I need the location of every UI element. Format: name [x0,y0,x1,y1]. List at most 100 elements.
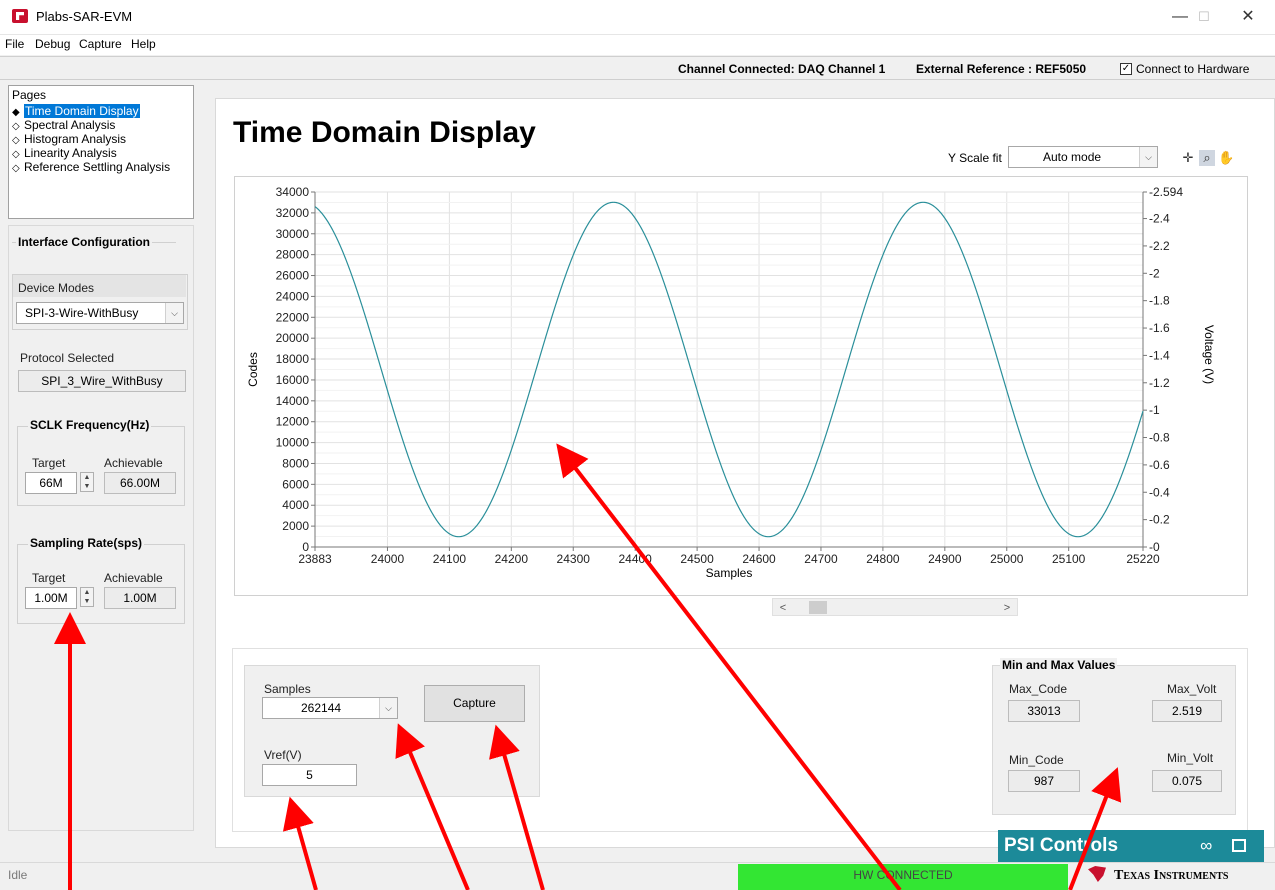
y2-tick-label: -2 [1149,266,1160,280]
protocol-label: Protocol Selected [20,351,115,365]
chevron-down-icon[interactable]: ⌵ [1139,147,1157,167]
y-tick-label: 30000 [276,227,310,241]
y-tick-label: 10000 [276,436,310,450]
max-volt-label: Max_Volt [1167,682,1217,696]
scroll-left-icon[interactable]: < [775,600,791,616]
diamond-icon: ◇ [12,163,20,174]
y2-tick-label: -1 [1149,403,1160,417]
connect-hardware-checkbox[interactable]: ✓ [1120,63,1132,75]
y-tick-label: 22000 [276,310,310,324]
window-title: Plabs-SAR-EVM [36,9,133,24]
min-max-title: Min and Max Values [1000,658,1118,672]
crosshair-icon[interactable]: ✛ [1180,150,1196,166]
x-tick-label: 25100 [1052,552,1086,566]
y-tick-label: 28000 [276,248,310,262]
psi-controls[interactable]: PSI Controls ∞ [998,830,1264,862]
sclk-achievable-label: Achievable [104,456,163,470]
min-code-value: 987 [1008,770,1080,792]
yscale-dropdown[interactable]: Auto mode ⌵ [1008,146,1158,168]
x-tick-label: 25000 [990,552,1024,566]
protocol-value: SPI_3_Wire_WithBusy [18,370,186,392]
y2-tick-label: -2.4 [1149,212,1170,226]
vref-input[interactable]: 5 [262,764,357,786]
hw-status-badge: HW CONNECTED [738,864,1068,890]
y2-tick-label: -0.8 [1149,431,1170,445]
maximize-button[interactable]: ☐ [1184,6,1224,28]
y2-axis-label: Voltage (V) [1202,325,1216,384]
reference-status: External Reference : REF5050 [916,62,1087,76]
y-tick-label: 26000 [276,269,310,283]
close-button[interactable]: ✕ [1228,6,1268,28]
menu-help[interactable]: Help [131,37,156,51]
pages-list: Pages ◆ Time Domain Display ◇ Spectral Ana… [8,85,194,219]
x-tick-label: 25220 [1126,552,1160,566]
sclk-target-label: Target [32,456,66,470]
page-item-label: Spectral Analysis [24,118,116,132]
sclk-target-input[interactable]: 66M [25,472,77,494]
time-domain-chart[interactable]: 0 2000 4000 6000 8000 10000 12000 14000 16000 180… [234,176,1248,596]
y-tick-label: 24000 [276,289,310,303]
page-item-label: Reference Settling Analysis [24,160,171,174]
y-tick-label: 8000 [282,456,309,470]
sampling-spinner[interactable]: ▲ ▼ [80,587,94,607]
connection-strip: Channel Connected: DAQ Channel 1 Externa… [0,56,1275,80]
y2-tick-label: -1.6 [1149,321,1170,335]
vref-label: Vref(V) [264,748,302,762]
y-axis-label: Codes [246,352,260,387]
pages-title: Pages [12,88,47,102]
menu-debug[interactable]: Debug [35,37,70,51]
max-volt-value: 2.519 [1152,700,1222,722]
y2-tick-label: -0.6 [1149,458,1170,472]
sampling-target-input[interactable]: 1.00M [25,587,77,609]
page-item-label: Linearity Analysis [24,146,117,160]
samples-dropdown[interactable]: 262144 ⌵ [262,697,398,719]
scroll-thumb[interactable] [809,601,827,614]
y2-tick-label: -2.2 [1149,239,1170,253]
chart-svg: 0200040006000800010000120001400016000180… [246,185,1216,580]
chevron-down-icon[interactable]: ⌵ [165,303,183,323]
y2-tick-label: -1.4 [1149,348,1170,362]
zoom-icon[interactable]: ⌕ [1199,150,1215,166]
capture-button[interactable]: Capture [424,685,525,722]
page-item-label: Time Domain Display [24,104,140,118]
maximize-icon[interactable] [1232,839,1246,852]
y-tick-label: 16000 [276,373,310,387]
menu-capture[interactable]: Capture [79,37,122,51]
interface-config-title: Interface Configuration [16,235,153,249]
x-tick-label: 24300 [557,552,591,566]
scroll-right-icon[interactable]: > [999,600,1015,616]
y2-tick-label: -0.4 [1149,485,1170,499]
menu-file[interactable]: File [5,37,24,51]
device-modes-dropdown[interactable]: SPI-3-Wire-WithBusy ⌵ [16,302,184,324]
min-volt-value: 0.075 [1152,770,1222,792]
page-title: Time Domain Display [233,116,536,149]
page-item-reference-settling[interactable]: ◇ Reference Settling Analysis [12,160,170,176]
y-tick-label: 4000 [282,498,309,512]
status-bar [0,862,1275,890]
samples-value: 262144 [301,701,342,715]
sampling-achievable-value: 1.00M [104,587,176,609]
x-tick-label: 24100 [433,552,467,566]
min-volt-label: Min_Volt [1167,751,1214,765]
link-icon[interactable]: ∞ [1200,836,1212,856]
y-tick-label: 34000 [276,185,310,199]
title-bar: Plabs-SAR-EVM — ☐ ✕ [0,0,1275,35]
sclk-achievable-value: 66.00M [104,472,176,494]
max-code-value: 33013 [1008,700,1080,722]
sampling-achievable-label: Achievable [104,571,163,585]
min-code-label: Min_Code [1009,753,1064,767]
y-tick-label: 2000 [282,519,309,533]
app-icon [12,9,28,23]
pan-hand-icon[interactable]: ✋ [1218,150,1234,166]
x-tick-label: 24700 [804,552,838,566]
y-tick-label: 18000 [276,352,310,366]
sclk-spinner[interactable]: ▲ ▼ [80,472,94,492]
device-mode-value: SPI-3-Wire-WithBusy [25,306,139,320]
menu-bar: File Debug Capture Help [0,35,1275,55]
connect-hardware-label[interactable]: Connect to Hardware [1136,62,1249,76]
chevron-down-icon[interactable]: ⌵ [379,698,397,718]
y2-tick-label: -1.8 [1149,294,1170,308]
device-modes-label: Device Modes [18,281,95,295]
page-item-label: Histogram Analysis [24,132,127,146]
chart-scrollbar[interactable]: < > [772,598,1018,616]
